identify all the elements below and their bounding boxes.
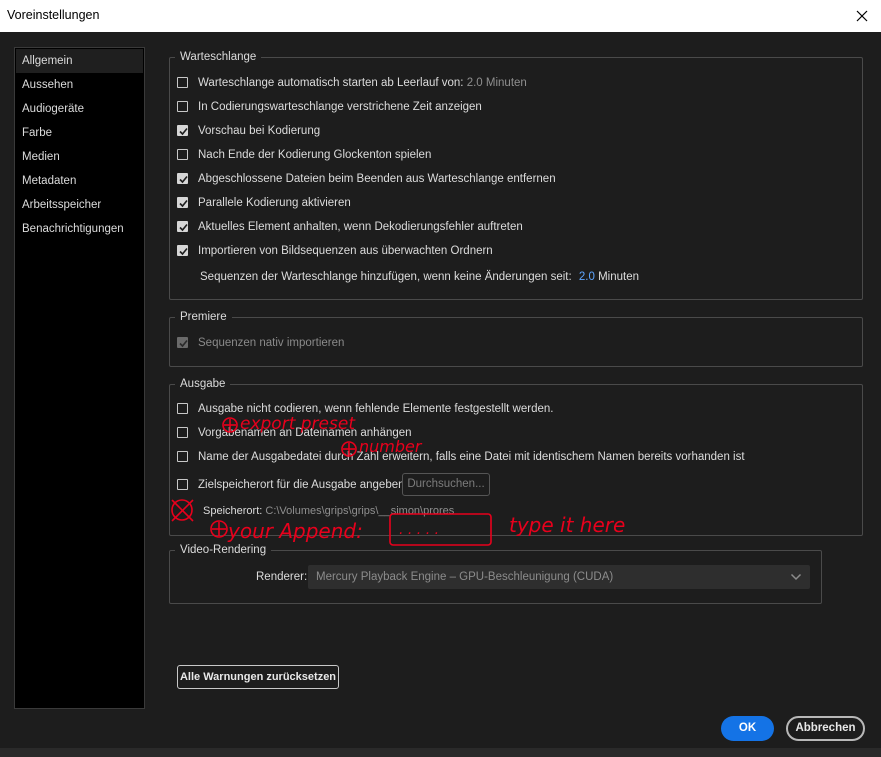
queue-legend: Warteschlange [175, 49, 262, 65]
sidebar-item-benachrichtigungen[interactable]: Benachrichtigungen [16, 217, 143, 241]
import-label: Importieren von Bildsequenzen aus überwa… [198, 245, 493, 257]
parallel-row: Parallele Kodierung aktivieren [177, 195, 777, 211]
destination-label: Zielspeicherort für die Ausgabe angeben: [198, 479, 408, 491]
location-row: Speicherort: C:\Volumes\grips\grips\__si… [203, 503, 503, 519]
renderer-value: Mercury Playback Engine – GPU-Beschleuni… [316, 571, 614, 583]
category-sidebar: Allgemein Aussehen Audiogeräte Farbe Med… [14, 47, 145, 709]
sidebar-item-farbe[interactable]: Farbe [16, 121, 143, 145]
auto-start-checkbox[interactable] [177, 77, 188, 88]
no-encode-row: Ausgabe nicht codieren, wenn fehlende El… [177, 401, 777, 417]
auto-start-unit: Minuten [485, 77, 527, 89]
import-row: Importieren von Bildsequenzen aus überwa… [177, 243, 777, 259]
chime-row: Nach Ende der Kodierung Glockenton spiel… [177, 147, 777, 163]
destination-checkbox[interactable] [177, 479, 188, 490]
check-icon [179, 175, 188, 184]
browse-button[interactable]: Durchsuchen... [402, 473, 490, 496]
increment-row: Name der Ausgabedatei durch Zahl erweite… [177, 449, 837, 465]
title-bar: Voreinstellungen [0, 0, 881, 32]
sequence-value[interactable]: 2.0 [579, 271, 595, 283]
native-label: Sequenzen nativ importieren [198, 337, 345, 349]
preset-names-checkbox[interactable] [177, 427, 188, 438]
no-encode-checkbox[interactable] [177, 403, 188, 414]
native-row: Sequenzen nativ importieren [177, 335, 577, 351]
preview-label: Vorschau bei Kodierung [198, 125, 321, 137]
check-icon [179, 127, 188, 136]
elapsed-label: In Codierungswarteschlange verstrichene … [198, 101, 482, 113]
close-icon [856, 10, 868, 22]
preset-names-row: Vorgabenamen an Dateinamen anhängen [177, 425, 777, 441]
ok-button[interactable]: OK [721, 716, 774, 741]
sidebar-item-audiogeraete[interactable]: Audiogeräte [16, 97, 143, 121]
auto-start-row: Warteschlange automatisch starten ab Lee… [177, 75, 777, 91]
auto-start-value[interactable]: 2.0 [467, 77, 483, 89]
close-button[interactable] [849, 3, 875, 29]
window-title: Voreinstellungen [7, 8, 100, 22]
chevron-down-icon [790, 573, 802, 581]
sidebar-item-arbeitsspeicher[interactable]: Arbeitsspeicher [16, 193, 143, 217]
sidebar-item-aussehen[interactable]: Aussehen [16, 73, 143, 97]
native-checkbox[interactable] [177, 337, 188, 348]
remove-label: Abgeschlossene Dateien beim Beenden aus … [198, 173, 556, 185]
sidebar-item-medien[interactable]: Medien [16, 145, 143, 169]
sequence-row: Sequenzen der Warteschlange hinzufügen, … [200, 269, 800, 285]
remove-checkbox[interactable] [177, 173, 188, 184]
chime-label: Nach Ende der Kodierung Glockenton spiel… [198, 149, 432, 161]
location-label: Speicherort: [203, 505, 263, 517]
elapsed-row: In Codierungswarteschlange verstrichene … [177, 99, 777, 115]
remove-row: Abgeschlossene Dateien beim Beenden aus … [177, 171, 777, 187]
elapsed-checkbox[interactable] [177, 101, 188, 112]
sequence-unit: Minuten [598, 271, 639, 283]
pause-label: Aktuelles Element anhalten, wenn Dekodie… [198, 221, 523, 233]
rendering-legend: Video-Rendering [175, 542, 272, 558]
check-icon [179, 339, 188, 348]
cancel-button[interactable]: Abbrechen [786, 716, 865, 741]
sidebar-item-metadaten[interactable]: Metadaten [16, 169, 143, 193]
increment-checkbox[interactable] [177, 451, 188, 462]
sidebar-item-allgemein[interactable]: Allgemein [16, 49, 143, 73]
check-icon [179, 223, 188, 232]
parallel-label: Parallele Kodierung aktivieren [198, 197, 351, 209]
pause-row: Aktuelles Element anhalten, wenn Dekodie… [177, 219, 777, 235]
sequence-label: Sequenzen der Warteschlange hinzufügen, … [200, 271, 572, 283]
parallel-checkbox[interactable] [177, 197, 188, 208]
bottom-strip [0, 748, 881, 757]
pause-checkbox[interactable] [177, 221, 188, 232]
renderer-select[interactable]: Mercury Playback Engine – GPU-Beschleuni… [308, 565, 810, 589]
check-icon [179, 247, 188, 256]
reset-warnings-button[interactable]: Alle Warnungen zurücksetzen [177, 665, 339, 689]
auto-start-label: Warteschlange automatisch starten ab Lee… [198, 77, 464, 89]
increment-label: Name der Ausgabedatei durch Zahl erweite… [198, 451, 745, 463]
preview-checkbox[interactable] [177, 125, 188, 136]
premiere-legend: Premiere [175, 309, 232, 325]
location-value: C:\Volumes\grips\grips\__simon\prores [265, 505, 455, 517]
chime-checkbox[interactable] [177, 149, 188, 160]
check-icon [179, 199, 188, 208]
preview-row: Vorschau bei Kodierung [177, 123, 777, 139]
preset-names-label: Vorgabenamen an Dateinamen anhängen [198, 427, 412, 439]
output-legend: Ausgabe [175, 376, 231, 392]
renderer-label: Renderer: [256, 571, 308, 583]
no-encode-label: Ausgabe nicht codieren, wenn fehlende El… [198, 403, 554, 415]
import-checkbox[interactable] [177, 245, 188, 256]
